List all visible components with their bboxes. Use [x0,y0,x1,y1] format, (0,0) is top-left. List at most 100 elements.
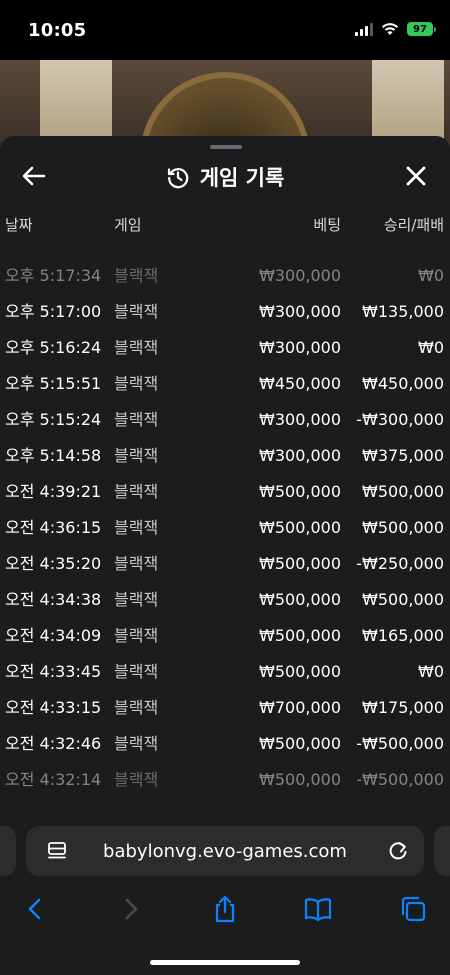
row-bet: ₩700,000 [259,698,341,717]
table-row[interactable]: 오전 4:36:15 블랙잭 ₩500,000 ₩500,000 [0,510,450,546]
panel-title: 게임 기록 [199,166,285,190]
row-bet: ₩500,000 [259,518,341,537]
status-icons: 97 [355,22,436,36]
row-game: 블랙잭 [114,698,159,717]
row-date: 오전 4:33:15 [5,698,102,717]
sheet-grabber[interactable] [210,145,242,149]
column-game: 게임 [114,216,142,234]
row-result: ₩175,000 [362,698,444,717]
row-result: ₩0 [418,266,444,285]
row-result: -₩500,000 [356,734,444,753]
book-icon[interactable] [303,894,333,924]
share-icon[interactable] [210,894,240,924]
row-bet: ₩500,000 [259,662,341,681]
row-game: 블랙잭 [114,770,159,789]
row-date: 오전 4:33:45 [5,662,102,681]
table-row[interactable]: 오후 5:15:24 블랙잭 ₩300,000 -₩300,000 [0,402,450,438]
row-date: 오전 4:34:09 [5,626,102,645]
panel-title-group: 게임 기록 [0,162,450,192]
next-tab-peek[interactable] [434,826,450,876]
chevron-right-icon [125,898,138,920]
row-result: ₩500,000 [362,590,444,609]
tabs-icon[interactable] [398,894,428,924]
row-result: ₩500,000 [362,482,444,501]
row-bet: ₩500,000 [259,554,341,573]
history-icon [167,168,188,189]
row-game: 블랙잭 [114,626,159,645]
status-time: 10:05 [28,20,87,41]
row-date: 오전 4:39:21 [5,482,102,501]
row-result: ₩500,000 [362,518,444,537]
row-result: ₩375,000 [362,446,444,465]
url-text[interactable]: babylonvg.evo-games.com [26,841,424,862]
row-bet: ₩500,000 [259,590,341,609]
table-row[interactable]: 오전 4:32:46 블랙잭 ₩500,000 -₩500,000 [0,726,450,762]
column-date: 날짜 [5,216,33,234]
close-icon[interactable] [402,162,430,190]
table-row[interactable]: 오전 4:39:21 블랙잭 ₩500,000 ₩500,000 [0,474,450,510]
row-result: ₩165,000 [362,626,444,645]
chevron-left-icon[interactable] [20,894,50,924]
prev-tab-peek[interactable] [0,826,16,876]
row-bet: ₩300,000 [259,338,341,357]
history-list[interactable]: 오후 5:17:34 블랙잭 ₩300,000 ₩0 오후 5:17:00 블랙잭 ₩300… [0,258,450,798]
row-game: 블랙잭 [114,518,159,537]
row-date: 오후 5:15:51 [5,374,102,393]
row-date: 오후 5:15:24 [5,410,102,429]
cellular-signal-icon [355,22,373,36]
row-result: -₩300,000 [356,410,444,429]
row-bet: ₩300,000 [259,410,341,429]
table-row[interactable]: 오후 5:14:58 블랙잭 ₩300,000 ₩375,000 [0,438,450,474]
row-result: ₩135,000 [362,302,444,321]
column-bet: 베팅 [313,216,341,234]
row-bet: ₩300,000 [259,302,341,321]
table-row[interactable]: 오전 4:33:15 블랙잭 ₩700,000 ₩175,000 [0,690,450,726]
row-date: 오전 4:34:38 [5,590,102,609]
row-bet: ₩300,000 [259,446,341,465]
row-bet: ₩500,000 [259,734,341,753]
column-win-loss: 승리/패배 [383,216,444,234]
row-bet: ₩450,000 [259,374,341,393]
row-date: 오후 5:14:58 [5,446,102,465]
row-result: ₩450,000 [362,374,444,393]
row-game: 블랙잭 [114,374,159,393]
row-game: 블랙잭 [114,446,159,465]
row-date: 오전 4:32:46 [5,734,102,753]
browser-toolbar [0,886,450,930]
wifi-icon [382,23,398,35]
table-row[interactable]: 오전 4:33:45 블랙잭 ₩500,000 ₩0 [0,654,450,690]
row-date: 오후 5:17:34 [5,266,102,285]
home-indicator [150,960,300,965]
table-row[interactable]: 오후 5:17:34 블랙잭 ₩300,000 ₩0 [0,258,450,294]
battery-level: 97 [407,22,433,36]
table-row[interactable]: 오후 5:17:00 블랙잭 ₩300,000 ₩135,000 [0,294,450,330]
row-game: 블랙잭 [114,338,159,357]
row-game: 블랙잭 [114,266,159,285]
row-game: 블랙잭 [114,554,159,573]
table-row[interactable]: 오전 4:34:09 블랙잭 ₩500,000 ₩165,000 [0,618,450,654]
row-date: 오후 5:16:24 [5,338,102,357]
row-date: 오전 4:35:20 [5,554,102,573]
table-row[interactable]: 오전 4:35:20 블랙잭 ₩500,000 -₩250,000 [0,546,450,582]
status-bar: 10:05 97 [0,0,450,60]
row-date: 오전 4:36:15 [5,518,102,537]
table-row[interactable]: 오후 5:16:24 블랙잭 ₩300,000 ₩0 [0,330,450,366]
row-date: 오후 5:17:00 [5,302,102,321]
row-bet: ₩500,000 [259,770,341,789]
game-history-panel: 게임 기록 날짜 게임 베팅 승리/패배 오후 5:17:34 블랙잭 ₩300,0… [0,136,450,826]
row-result: ₩0 [418,662,444,681]
table-row[interactable]: 오후 5:15:51 블랙잭 ₩450,000 ₩450,000 [0,366,450,402]
reload-icon[interactable] [386,839,410,863]
panel-header: 게임 기록 [0,154,450,198]
table-row[interactable]: 오전 4:32:14 블랙잭 ₩500,000 -₩500,000 [0,762,450,798]
battery-icon: 97 [407,22,436,36]
row-game: 블랙잭 [114,302,159,321]
address-bar[interactable]: babylonvg.evo-games.com [26,826,424,876]
row-bet: ₩300,000 [259,266,341,285]
table-row[interactable]: 오전 4:34:38 블랙잭 ₩500,000 ₩500,000 [0,582,450,618]
row-bet: ₩500,000 [259,626,341,645]
row-game: 블랙잭 [114,662,159,681]
row-game: 블랙잭 [114,410,159,429]
table-header: 날짜 게임 베팅 승리/패배 [0,214,450,240]
row-result: -₩250,000 [356,554,444,573]
